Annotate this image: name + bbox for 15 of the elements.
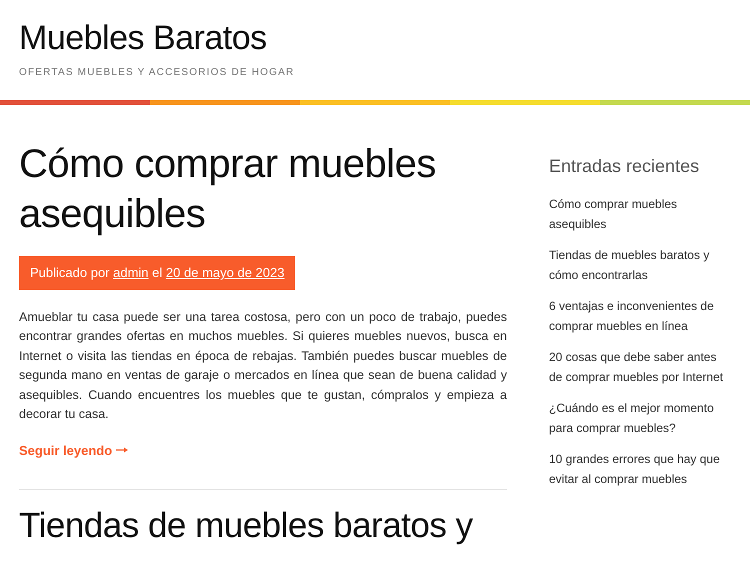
post-excerpt: Amueblar tu casa puede ser una tarea costosa, pero con un poco de trabajo, puedes encontrar grandes ofertas en muchos muebles. Si quieres muebles nuevos, busca en Internet o visita las tiendas en época de rebajas. También puedes buscar muebles de segunda mano en ventas de garaje o mercados en línea que sean de buena calidad y asequibles. Cuando encuentres los muebles que te gustan, cómpralos y empieza a decorar tu casa. [19,308,507,423]
site-tagline: OFERTAS MUEBLES Y ACCESORIOS DE HOGAR [19,66,296,80]
meta-text: el [151,265,164,280]
post-title[interactable]: Cómo comprar muebles asequibles [19,139,439,239]
recent-post-link[interactable]: ¿Cuándo es el mejor momento para comprar muebles? [549,398,731,438]
recent-post-link[interactable]: 6 ventajas e inconvenientes de comprar muebles en línea [549,296,731,336]
recent-post-link[interactable]: Tiendas de muebles baratos y cómo encontrarlas [549,245,731,285]
recent-post-link[interactable]: 20 cosas que debe saber antes de comprar muebles por Internet [549,347,731,387]
sidebar-heading: Entradas recientes [549,155,700,178]
arrow-right-icon [116,447,128,454]
recent-post-link[interactable]: Cómo comprar muebles asequibles [549,194,731,234]
site-title[interactable]: Muebles Baratos [19,16,731,60]
recent-post-link[interactable]: 10 grandes errores que hay que evitar al comprar muebles [549,449,731,489]
meta-text: Publicado por [30,265,110,280]
post-title[interactable]: Tiendas de muebles baratos y [19,504,507,548]
